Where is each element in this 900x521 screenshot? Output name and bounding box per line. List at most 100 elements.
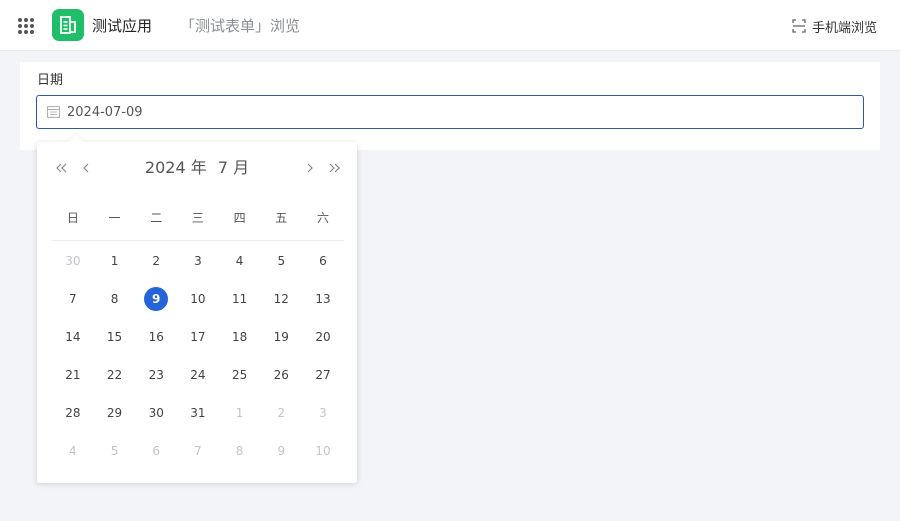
scan-frame-icon: [792, 19, 806, 33]
calendar-day-number: 29: [106, 406, 123, 420]
calendar-day[interactable]: 29: [94, 394, 136, 432]
calendar-header: 2024 年 7 月: [37, 142, 357, 194]
calendar-day-number: 16: [148, 330, 164, 344]
weekday-header: 日一二三四五六: [52, 208, 344, 241]
calendar-day[interactable]: 25: [219, 356, 261, 394]
calendar-day-number: 10: [315, 444, 331, 458]
calendar-day[interactable]: 18: [219, 318, 261, 356]
calendar-day-number: 3: [194, 254, 202, 268]
calendar-day[interactable]: 7: [177, 432, 219, 470]
calendar-day-number: 17: [190, 330, 206, 344]
calendar-day-number: 30: [148, 406, 164, 420]
calendar-day-number: 9: [277, 444, 286, 458]
calendar-day[interactable]: 14: [52, 318, 94, 356]
calendar-day[interactable]: 5: [94, 432, 136, 470]
calendar-day[interactable]: 30: [52, 242, 94, 280]
date-field[interactable]: [36, 95, 864, 129]
calendar-day[interactable]: 4: [52, 432, 94, 470]
app-logo[interactable]: [52, 9, 84, 41]
calendar-day[interactable]: 28: [52, 394, 94, 432]
calendar-day-number: 19: [273, 330, 289, 344]
calendar-day-number: 2: [277, 406, 286, 420]
calendar-day[interactable]: 16: [135, 318, 177, 356]
calendar-day[interactable]: 12: [260, 280, 302, 318]
calendar-day[interactable]: 21: [52, 356, 94, 394]
date-field-label: 日期: [37, 73, 64, 88]
weekday-label: 日: [66, 211, 79, 225]
next-month-button[interactable]: [303, 160, 317, 176]
calendar-day-number: 27: [315, 368, 331, 382]
calendar-day[interactable]: 31: [177, 394, 219, 432]
calendar-day-number: 5: [110, 444, 119, 458]
calendar-day[interactable]: 30: [135, 394, 177, 432]
weekday-label: 三: [191, 211, 204, 225]
calendar-day[interactable]: 23: [135, 356, 177, 394]
weekday-label: 二: [150, 211, 163, 225]
calendar-day[interactable]: 1: [219, 394, 261, 432]
calendar-day-number: 20: [315, 330, 331, 344]
calendar-day-number: 7: [69, 292, 77, 306]
calendar-week-row: 7 8 9 10 11 12 13: [52, 280, 344, 318]
calendar-week-row: 14 15 16 17 18 19 20: [52, 318, 344, 356]
calendar-day[interactable]: 6: [302, 242, 344, 280]
calendar-day[interactable]: 26: [260, 356, 302, 394]
mobile-preview-button[interactable]: 手机端浏览: [792, 16, 877, 36]
calendar-day-number: 22: [106, 368, 123, 382]
calendar-day-number: 14: [65, 330, 81, 344]
calendar-day-number: 31: [190, 406, 206, 420]
calendar-day-number: 18: [231, 330, 248, 344]
calendar-day[interactable]: 1: [94, 242, 136, 280]
calendar-day[interactable]: 8: [94, 280, 136, 318]
calendar-day-selected[interactable]: 9: [135, 280, 177, 318]
calendar-day-number: 11: [231, 292, 248, 306]
weekday-label: 六: [316, 211, 329, 225]
calendar-day-number: 1: [110, 254, 119, 268]
date-input[interactable]: [67, 96, 847, 128]
calendar-day-number: 6: [152, 444, 161, 458]
calendar-day[interactable]: 4: [219, 242, 261, 280]
calendar-day[interactable]: 20: [302, 318, 344, 356]
date-picker-popup: 2024 年 7 月 日一二三四五六 30 1 2 3 4 5 6 7 8 9 10 11 12 13 14…: [37, 133, 357, 483]
calendar-day[interactable]: 2: [260, 394, 302, 432]
calendar-day[interactable]: 10: [302, 432, 344, 470]
calendar-day[interactable]: 3: [302, 394, 344, 432]
calendar-day[interactable]: 15: [94, 318, 136, 356]
calendar-week-row: 30 1 2 3 4 5 6: [52, 242, 344, 280]
calendar-day[interactable]: 10: [177, 280, 219, 318]
calendar-day-number: 12: [273, 292, 289, 306]
calendar-day-number: 2: [152, 254, 161, 268]
weekday-label: 四: [233, 211, 246, 225]
calendar-day-number: 21: [65, 368, 81, 382]
calendar-day[interactable]: 7: [52, 280, 94, 318]
calendar-day[interactable]: 5: [260, 242, 302, 280]
calendar-month[interactable]: 7 月: [218, 158, 249, 177]
calendar-day-number: 25: [231, 368, 248, 382]
calendar-day-number: 10: [190, 292, 206, 306]
apps-grid-icon[interactable]: [17, 17, 35, 35]
calendar-week-row: 28 29 30 31 1 2 3: [52, 394, 344, 432]
calendar-day-number: 15: [106, 330, 123, 344]
calendar-day[interactable]: 8: [219, 432, 261, 470]
calendar-day[interactable]: 11: [219, 280, 261, 318]
calendar-year[interactable]: 2024 年: [145, 158, 207, 177]
calendar-day[interactable]: 17: [177, 318, 219, 356]
calendar-day[interactable]: 9: [260, 432, 302, 470]
calendar-day[interactable]: 6: [135, 432, 177, 470]
calendar-day[interactable]: 22: [94, 356, 136, 394]
calendar-day[interactable]: 3: [177, 242, 219, 280]
mobile-preview-label: 手机端浏览: [811, 20, 877, 36]
calendar-day[interactable]: 19: [260, 318, 302, 356]
app-name[interactable]: 测试应用: [92, 16, 152, 36]
double-chevron-right-icon: [329, 163, 340, 173]
calendar-day[interactable]: 27: [302, 356, 344, 394]
weekday-label: 一: [108, 211, 121, 225]
calendar-day-number: 5: [277, 254, 286, 268]
next-year-button[interactable]: [327, 160, 341, 176]
calendar-day-number: 4: [235, 254, 244, 268]
form-title: 「测试表单」浏览: [180, 17, 301, 35]
calendar-day[interactable]: 2: [135, 242, 177, 280]
calendar-day[interactable]: 13: [302, 280, 344, 318]
calendar-day-number: 13: [315, 292, 331, 306]
top-header: 测试应用 「测试表单」浏览 手机端浏览: [0, 0, 900, 51]
calendar-day[interactable]: 24: [177, 356, 219, 394]
